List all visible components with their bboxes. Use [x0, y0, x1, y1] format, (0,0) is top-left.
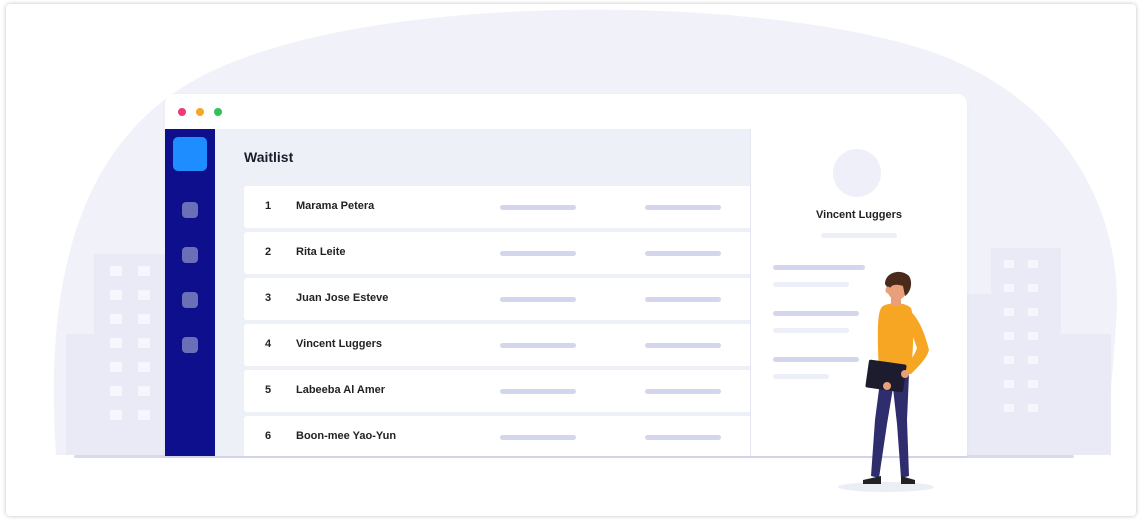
- placeholder-bar: [500, 343, 576, 348]
- list-item[interactable]: 4 Vincent Luggers: [244, 324, 754, 366]
- avatar-placeholder-icon: [833, 149, 881, 197]
- page-title: Waitlist: [244, 149, 294, 165]
- sidebar: [165, 129, 215, 456]
- list-item[interactable]: 3 Juan Jose Esteve: [244, 278, 754, 320]
- placeholder-bar: [645, 251, 721, 256]
- row-number: 5: [265, 384, 272, 396]
- nav-square-icon[interactable]: [182, 202, 198, 218]
- placeholder-bar: [645, 435, 721, 440]
- nav-square-icon[interactable]: [182, 337, 198, 353]
- placeholder-bar: [821, 233, 897, 238]
- close-dot-icon[interactable]: [178, 108, 186, 116]
- window-titlebar: [165, 94, 967, 129]
- row-name: Rita Leite: [296, 246, 346, 258]
- placeholder-bar: [500, 435, 576, 440]
- row-name: Juan Jose Esteve: [296, 292, 389, 304]
- nav-square-icon[interactable]: [182, 247, 198, 263]
- placeholder-bar: [773, 282, 849, 287]
- placeholder-bar: [645, 389, 721, 394]
- placeholder-bar: [500, 297, 576, 302]
- row-name: Boon-mee Yao-Yun: [296, 430, 397, 442]
- row-name: Labeeba Al Amer: [296, 384, 386, 396]
- placeholder-bar: [500, 205, 576, 210]
- placeholder-bar: [645, 205, 721, 210]
- row-number: 3: [265, 292, 272, 304]
- row-name: Marama Petera: [296, 200, 375, 212]
- sidebar-active-icon[interactable]: [173, 137, 207, 171]
- row-number: 1: [265, 200, 272, 212]
- nav-square-icon[interactable]: [182, 292, 198, 308]
- row-number: 6: [265, 430, 272, 442]
- row-number: 2: [265, 246, 272, 258]
- waitlist-panel: Waitlist 1 Marama Petera 2 Rita Leite 3 …: [215, 129, 754, 456]
- placeholder-bar: [500, 389, 576, 394]
- list-item[interactable]: 5 Labeeba Al Amer: [244, 370, 754, 412]
- placeholder-bar: [645, 297, 721, 302]
- placeholder-bar: [645, 343, 721, 348]
- maximize-dot-icon[interactable]: [214, 108, 222, 116]
- list-item[interactable]: 2 Rita Leite: [244, 232, 754, 274]
- row-name: Vincent Luggers: [296, 338, 382, 350]
- minimize-dot-icon[interactable]: [196, 108, 204, 116]
- placeholder-bar: [500, 251, 576, 256]
- placeholder-bar: [773, 374, 829, 379]
- illustration-frame: Waitlist 1 Marama Petera 2 Rita Leite 3 …: [6, 4, 1136, 516]
- person-illustration: [863, 271, 929, 484]
- row-number: 4: [265, 338, 272, 350]
- list-item[interactable]: 1 Marama Petera: [244, 186, 754, 228]
- detail-name: Vincent Luggers: [816, 209, 902, 221]
- list-item[interactable]: 6 Boon-mee Yao-Yun: [244, 416, 754, 456]
- placeholder-bar: [773, 328, 849, 333]
